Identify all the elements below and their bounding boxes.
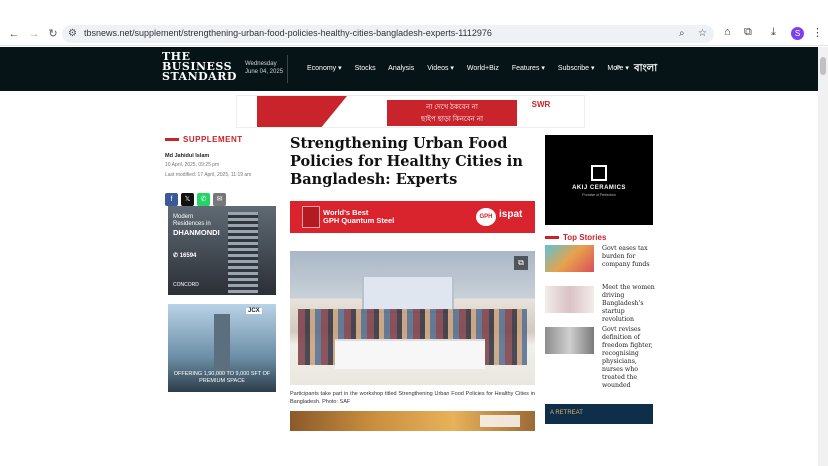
story-thumb-1[interactable]: [545, 245, 594, 272]
story-title-2[interactable]: Meet the women driving Bangladesh's star…: [602, 284, 657, 324]
bangla-link[interactable]: বাংলা: [634, 61, 657, 78]
profile-avatar[interactable]: S: [791, 27, 804, 40]
retreat-ad[interactable]: A RETREAT: [545, 404, 653, 424]
zoom-icon[interactable]: ⌕: [679, 28, 685, 39]
top-stories-title: Top Stories: [563, 233, 607, 242]
top-stories-heading: Top Stories: [545, 233, 653, 242]
ad1-phone: ✆ 16594: [173, 252, 196, 259]
date-value: June 04, 2025: [245, 69, 284, 75]
menu-analysis[interactable]: Analysis: [388, 65, 414, 72]
banner-brand: SWR: [531, 100, 551, 109]
ad2-brand: JCX: [246, 308, 262, 314]
share-buttons: f 𝕏 ✆ ✉: [165, 193, 277, 206]
left-column: SUPPLEMENT Md Jahidul Islam 10 April, 20…: [165, 135, 277, 392]
akij-ad[interactable]: AKIJ CERAMICS Promise of Perfection: [545, 135, 653, 225]
photo-table: [335, 339, 485, 369]
akij-name: AKIJ CERAMICS: [572, 185, 626, 191]
reload-icon[interactable]: ↻: [45, 26, 61, 42]
ad2-caption: OFFERING 1,90,000 TO 9,000 SFT OF PREMIU…: [173, 371, 271, 384]
gph-logo: GPH: [476, 208, 496, 226]
gph-brand: ispat: [499, 209, 523, 220]
address-bar[interactable]: ⚙ tbsnews.net/supplement/strengthening-u…: [62, 25, 714, 43]
phone-icon: ✆: [173, 253, 179, 259]
ad1-place: DHANMONDI: [173, 228, 220, 237]
section-bar: [165, 138, 179, 141]
x-icon[interactable]: 𝕏: [181, 193, 194, 206]
site-header: THE BUSINESS STANDARD Wednesday June 04,…: [0, 47, 828, 91]
story-title-1[interactable]: Govt eases tax burden for company funds: [602, 245, 657, 269]
bookmark-star-icon[interactable]: ☆: [698, 28, 707, 39]
header-divider: [287, 55, 288, 83]
banner-line-2: ছাইপ ছাড়া কিনবেন না: [387, 112, 517, 126]
menu-stocks[interactable]: Stocks: [355, 65, 376, 72]
logo-line-3: STANDARD: [162, 70, 237, 83]
section-label[interactable]: SUPPLEMENT: [165, 135, 277, 144]
tower-image: [214, 314, 230, 374]
whatsapp-icon[interactable]: ✆: [197, 193, 210, 206]
story-thumb-3[interactable]: [545, 327, 594, 354]
scrollbar-thumb[interactable]: [820, 57, 826, 75]
gph-product-image: [302, 206, 320, 228]
download-icon[interactable]: ⤓: [771, 26, 776, 39]
article-title: Strengthening Urban Food Policies for He…: [290, 135, 523, 188]
puzzle-icon[interactable]: ⧉: [744, 26, 752, 39]
story-thumb-2[interactable]: [545, 286, 594, 313]
akij-sub: Promise of Perfection: [582, 193, 616, 197]
concord-ad[interactable]: Modern Residences in DHANMONDI ✆ 16594 C…: [168, 206, 276, 295]
page-scrollbar[interactable]: [818, 47, 828, 466]
building-image: [228, 212, 258, 295]
open-external-icon[interactable]: ⧉: [514, 256, 528, 270]
banner-red-shape: [257, 96, 347, 127]
section-name: SUPPLEMENT: [183, 135, 243, 144]
photo-screen: [362, 275, 454, 313]
site-info-icon[interactable]: ⚙: [68, 28, 77, 39]
akij-logo-icon: [591, 165, 607, 181]
article-main: Strengthening Urban Food Policies for He…: [290, 135, 535, 431]
search-icon[interactable]: ⌕: [615, 61, 621, 74]
author-name[interactable]: Md Jahidul Islam: [165, 153, 277, 159]
site-logo[interactable]: THE BUSINESS STANDARD: [162, 51, 237, 83]
menu-economy[interactable]: Economy ▾: [307, 65, 342, 72]
menu-world-biz[interactable]: World+Biz: [467, 65, 499, 72]
forward-icon[interactable]: →: [26, 26, 42, 42]
modified-date: Last modified: 17 April, 2025, 11:19 am: [165, 172, 252, 178]
extension-icon[interactable]: ⌂: [724, 26, 731, 38]
top-stories-bar: [545, 236, 559, 239]
menu-subscribe[interactable]: Subscribe ▾: [558, 65, 595, 72]
ad1-line-1: Modern: [173, 214, 194, 220]
top-banner-ad[interactable]: না দেখে ঠকবেন না ছাইপ ছাড়া কিনবেন না SW…: [236, 95, 585, 128]
ad1-line-2: Residences in: [173, 221, 211, 227]
jcx-ad[interactable]: JCX OFFERING 1,90,000 TO 9,000 SFT OF PR…: [168, 304, 276, 392]
second-ad-image[interactable]: [290, 411, 535, 431]
browser-toolbar: ← → ↻ ⚙ tbsnews.net/supplement/strengthe…: [0, 22, 828, 46]
date-day: Wednesday: [245, 61, 277, 67]
facebook-icon[interactable]: f: [165, 193, 178, 206]
ad1-phone-number: 16594: [179, 253, 197, 259]
menu-features[interactable]: Features ▾: [512, 65, 545, 72]
ad1-brand: CONCORD: [173, 282, 199, 288]
back-icon[interactable]: ←: [6, 26, 22, 42]
photo-caption: Participants take part in the workshop t…: [290, 391, 535, 405]
main-menu: Economy ▾ Stocks Analysis Videos ▾ World…: [307, 64, 640, 72]
article-photo[interactable]: ⧉: [290, 251, 535, 385]
header-date: Wednesday June 04, 2025: [245, 60, 283, 76]
second-ad-box: [480, 415, 520, 427]
menu-kebab-icon[interactable]: ⋮: [812, 26, 823, 39]
email-icon[interactable]: ✉: [213, 193, 226, 206]
published-date: 10 April, 2025, 09:25 pm: [165, 162, 220, 168]
story-title-3[interactable]: Govt revises definition of freedom fight…: [602, 326, 657, 390]
url-text[interactable]: tbsnews.net/supplement/strengthening-urb…: [84, 28, 492, 38]
right-column: AKIJ CERAMICS Promise of Perfection Top …: [545, 135, 655, 424]
gph-ad-text: World's Best GPH Quantum Steel: [323, 209, 394, 225]
gph-line-2: GPH Quantum Steel: [323, 216, 395, 225]
gph-ad[interactable]: World's Best GPH Quantum Steel GPH ispat: [290, 201, 535, 233]
menu-videos[interactable]: Videos ▾: [427, 65, 454, 72]
